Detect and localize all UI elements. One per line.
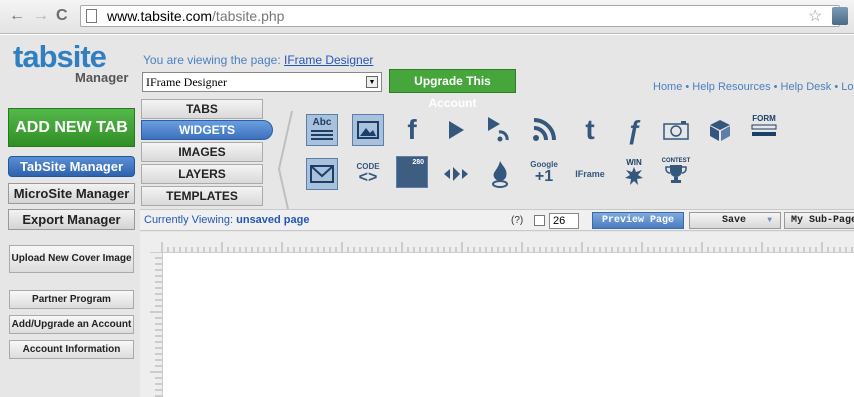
reload-icon[interactable]: C — [56, 7, 68, 25]
viewing-page-link[interactable]: IFrame Designer — [284, 53, 373, 67]
text-widget-label: Abc — [312, 117, 332, 128]
tabsite-app: tabsite Manager You are viewing the page… — [0, 35, 854, 397]
menu-widgets[interactable]: WIDGETS — [141, 120, 273, 140]
url-path: /tabsite.php — [212, 8, 285, 24]
add-new-tab-button[interactable]: ADD NEW TAB — [8, 108, 135, 147]
menu-tabs[interactable]: TABS — [141, 99, 263, 119]
form-icon[interactable]: FORM — [748, 114, 780, 146]
calendar-number: 280 — [412, 159, 424, 166]
camera-icon[interactable] — [660, 114, 692, 146]
preview-page-button[interactable]: Preview Page — [592, 212, 684, 229]
currently-viewing-label: Currently Viewing: — [144, 214, 234, 226]
account-information-button[interactable]: Account Information — [9, 340, 134, 359]
currently-viewing: Currently Viewing: unsaved page — [144, 214, 309, 226]
podcast-icon[interactable] — [484, 114, 516, 146]
horizontal-ruler — [140, 232, 854, 252]
flash-icon[interactable]: ƒ — [618, 114, 650, 146]
win-badge-icon[interactable]: WIN — [618, 155, 650, 187]
iframe-label: IFrame — [575, 169, 605, 179]
url-domain: www.tabsite.com — [107, 8, 213, 24]
image-widget-icon[interactable] — [352, 114, 384, 146]
slider-icon[interactable] — [440, 158, 472, 190]
plus-one-label: +1 — [534, 167, 554, 185]
sub-page-select[interactable]: My Sub-Page — [784, 212, 854, 229]
viewing-prefix: You are viewing the page: — [143, 53, 284, 67]
back-arrow-icon[interactable]: ← — [9, 7, 25, 25]
logo-sub: Manager — [75, 70, 129, 85]
design-canvas[interactable] — [162, 252, 854, 397]
upgrade-account-button[interactable]: Upgrade This Account — [389, 69, 516, 110]
tabsite-manager-button[interactable]: TabSite Manager — [8, 156, 135, 177]
win-label: WIN — [626, 157, 642, 167]
save-button[interactable]: Save ▼ — [689, 212, 781, 229]
calendar-widget-icon[interactable]: 280 — [396, 156, 428, 188]
menu-templates[interactable]: TEMPLATES — [141, 186, 263, 206]
iframe-icon[interactable]: IFrame — [572, 158, 608, 190]
page-icon — [86, 9, 97, 23]
export-manager-button[interactable]: Export Manager — [8, 209, 135, 230]
add-upgrade-account-button[interactable]: Add/Upgrade an Account — [9, 315, 134, 334]
text-widget-icon[interactable]: Abc — [306, 114, 338, 146]
form-label: FORM — [752, 114, 776, 123]
forward-arrow-icon[interactable]: → — [33, 7, 49, 25]
browser-toolbar: ← → C www.tabsite.com/tabsite.php ☆ — [0, 0, 854, 34]
bookmark-star-icon[interactable]: ☆ — [808, 6, 822, 26]
address-bar[interactable]: www.tabsite.com/tabsite.php — [80, 5, 840, 27]
partner-program-button[interactable]: Partner Program — [9, 290, 134, 309]
viewing-line: You are viewing the page: IFrame Designe… — [143, 53, 373, 67]
save-label: Save — [722, 215, 747, 226]
upload-cover-image-button[interactable]: Upload New Cover Image — [9, 245, 134, 273]
menu-images[interactable]: IMAGES — [141, 142, 263, 162]
page-select[interactable]: IFrame Designer ▼ — [142, 72, 382, 92]
code-icon[interactable]: CODE <> — [352, 157, 384, 189]
box-icon[interactable] — [704, 114, 736, 146]
editor-toolbar: Currently Viewing: unsaved page (?) 26 P… — [140, 209, 854, 231]
help-question[interactable]: (?) — [511, 215, 523, 226]
currently-viewing-value: unsaved page — [236, 214, 310, 226]
video-play-icon[interactable] — [440, 114, 472, 146]
vertical-ruler — [140, 252, 162, 397]
tabsite-logo[interactable]: tabsite Manager — [13, 39, 128, 85]
dropdown-arrow-icon: ▼ — [366, 76, 378, 88]
twitter-icon[interactable]: t — [574, 114, 606, 146]
rss-icon[interactable] — [528, 114, 560, 146]
email-icon[interactable] — [306, 158, 338, 190]
fire-icon[interactable] — [484, 158, 516, 190]
logo-name: tabsite — [13, 39, 107, 74]
contest-trophy-icon[interactable]: CONTEST — [660, 155, 692, 187]
top-links[interactable]: Home • Help Resources • Help Desk • Lo — [653, 81, 853, 93]
google-plus-icon[interactable]: Google +1 — [528, 156, 560, 188]
extension-icon[interactable] — [832, 7, 848, 25]
microsite-manager-button[interactable]: MicroSite Manager — [8, 183, 135, 204]
page-select-value: IFrame Designer — [146, 75, 227, 89]
menu-layers[interactable]: LAYERS — [141, 164, 263, 184]
facebook-icon[interactable]: f — [396, 114, 428, 146]
save-dropdown-icon: ▼ — [767, 216, 772, 225]
grid-checkbox[interactable] — [534, 215, 545, 226]
grid-size-input[interactable]: 26 — [549, 213, 579, 229]
